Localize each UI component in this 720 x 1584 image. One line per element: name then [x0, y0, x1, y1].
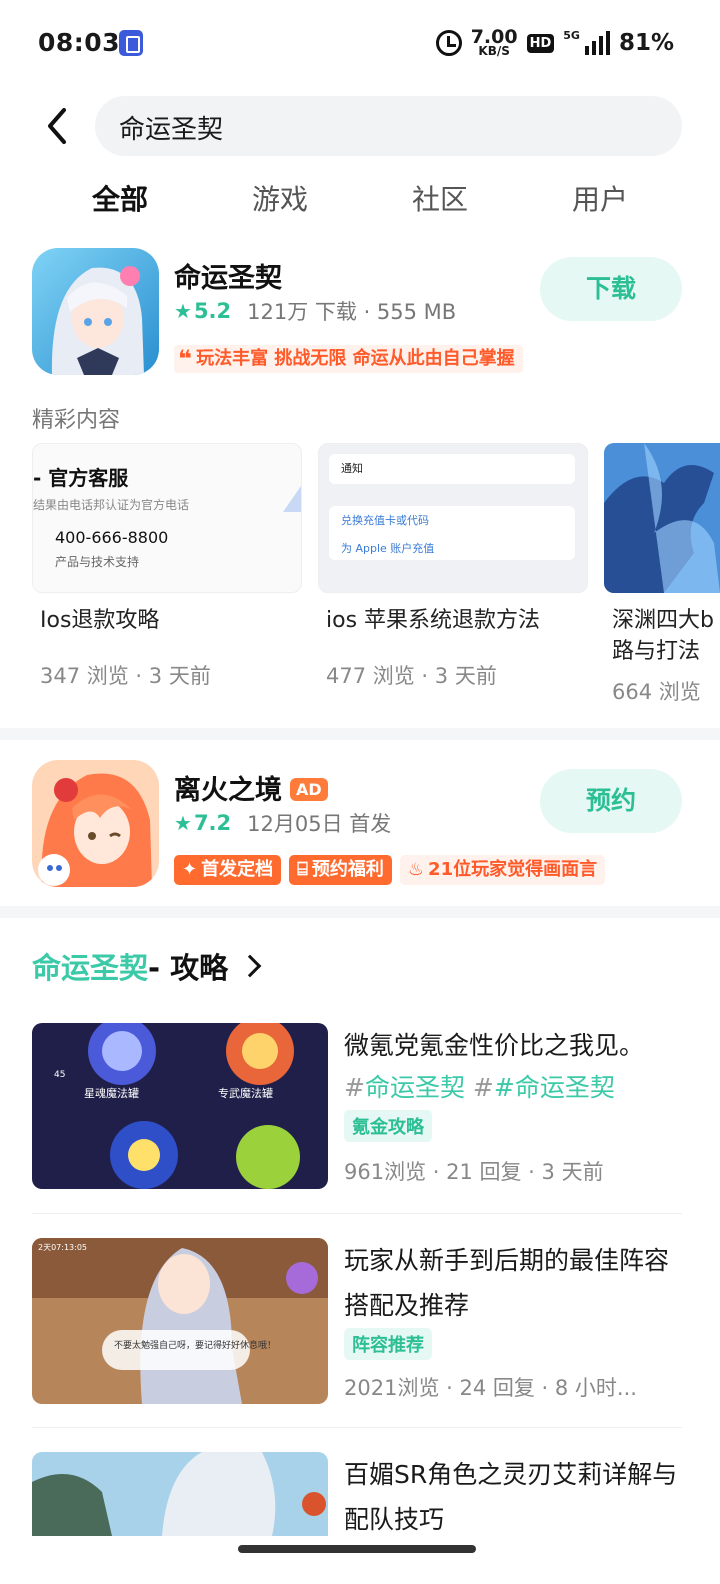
- card-thumbnail: [604, 443, 720, 593]
- home-indicator[interactable]: [238, 1545, 476, 1553]
- app-name[interactable]: 命运圣契: [174, 256, 282, 295]
- result-tabs: 全部 游戏 社区 用户: [40, 178, 680, 228]
- ad-app-tags: ✦ 首发定档 ⌸ 预约福利 ♨ 21位玩家觉得画面言: [174, 855, 674, 885]
- svg-text:不要太勉强自己呀，要记得好好休息哦！: 不要太勉强自己呀，要记得好好休息哦！: [114, 1339, 276, 1351]
- svg-text:2天07:13:05: 2天07:13:05: [38, 1243, 87, 1252]
- quote-icon: ❝: [178, 345, 193, 373]
- featured-label: 精彩内容: [32, 408, 121, 433]
- ad-badge: AD: [290, 778, 328, 801]
- notification-app-icon: [119, 30, 143, 56]
- post-divider: [32, 1213, 682, 1214]
- gift-icon: ⌸: [297, 859, 308, 880]
- network-type: 5G: [563, 28, 580, 42]
- back-arrow-icon[interactable]: [40, 106, 80, 146]
- ad-app-release: 12月05日 首发: [247, 812, 392, 836]
- search-input[interactable]: 命运圣契: [95, 96, 682, 156]
- ad-app-name[interactable]: 离火之境 AD: [174, 768, 328, 807]
- post-divider: [32, 1427, 682, 1428]
- app-icon-lihuo[interactable]: [32, 760, 159, 887]
- guide-post[interactable]: 不要太勉强自己呀，要记得好好休息哦！ 2天07:13:05 玩家从新手到后期的最…: [32, 1238, 682, 1408]
- battery-level: 81%: [618, 30, 674, 56]
- hd-icon: HD: [526, 33, 555, 53]
- post-thumbnail: [32, 1452, 328, 1536]
- reserve-button[interactable]: 预约: [540, 769, 682, 833]
- card-meta: 477 浏览 · 3 天前: [326, 664, 497, 688]
- ad-app-rating: ★ 7.2: [174, 811, 232, 835]
- status-time: 08:03: [38, 28, 121, 57]
- tab-community[interactable]: 社区: [360, 178, 520, 228]
- status-bar: 08:03 7.00 KB/S HD 5G 81%: [0, 0, 720, 88]
- guide-post[interactable]: 百媚SR角色之灵刃艾莉详解与配队技巧: [32, 1452, 682, 1536]
- status-icons: 7.00 KB/S HD 5G 81%: [435, 26, 674, 60]
- post-title: 微氪党氪金性价比之我见。: [344, 1031, 645, 1060]
- card-thumbnail: - 官方客服 结果由电话邦认证为官方电话 400-666-8800 产品与技术支…: [32, 443, 302, 593]
- star-icon: ★: [174, 811, 192, 835]
- card-meta: 347 浏览 · 3 天前: [40, 664, 211, 688]
- post-title: 百媚SR角色之灵刃艾莉详解与配队技巧: [344, 1460, 678, 1534]
- flame-icon: ♨: [407, 859, 425, 880]
- ad-app-meta: ★ 7.2 12月05日 首发: [174, 808, 391, 838]
- star-icon: ★: [174, 299, 192, 323]
- guide-post[interactable]: 星魂魔法罐 专武魔法罐 45 微氪党氪金性价比之我见。 #命运圣契 ##命运圣契…: [32, 1023, 682, 1193]
- post-category: 氪金攻略: [344, 1110, 432, 1142]
- sparkle-icon: ✦: [182, 859, 198, 880]
- tab-all[interactable]: 全部: [40, 178, 200, 228]
- tag-launch: ✦ 首发定档: [174, 855, 282, 885]
- app-rating: ★ 5.2: [174, 299, 232, 323]
- net-speed: 7.00 KB/S: [470, 26, 518, 58]
- svg-text:星魂魔法罐: 星魂魔法罐: [84, 1086, 139, 1100]
- chevron-right-icon: [238, 954, 262, 978]
- featured-card[interactable]: 深渊四大b路与打法 664 浏览: [604, 443, 720, 706]
- tag-reward: ⌸ 预约福利: [289, 855, 392, 885]
- card-title: ios 苹果系统退款方法: [326, 608, 541, 633]
- tag-players: ♨ 21位玩家觉得画面言: [399, 855, 606, 885]
- section-divider: [0, 906, 720, 918]
- tab-games[interactable]: 游戏: [200, 178, 360, 228]
- app-slogan: ❝ 玩法丰富 挑战无限 命运从此由自己掌握: [174, 345, 523, 373]
- app-icon-mingyun[interactable]: [32, 248, 159, 375]
- post-thumbnail: 不要太勉强自己呀，要记得好好休息哦！ 2天07:13:05: [32, 1238, 328, 1404]
- post-hashtags[interactable]: #命运圣契 ##命运圣契: [344, 1068, 615, 1104]
- featured-card[interactable]: - 官方客服 结果由电话邦认证为官方电话 400-666-8800 产品与技术支…: [32, 443, 302, 690]
- post-thumbnail: 星魂魔法罐 专武魔法罐 45: [32, 1023, 328, 1189]
- featured-carousel[interactable]: - 官方客服 结果由电话邦认证为官方电话 400-666-8800 产品与技术支…: [32, 443, 720, 713]
- post-meta: 2021浏览 · 24 回复 · 8 小时...: [344, 1376, 637, 1400]
- search-query: 命运圣契: [119, 115, 224, 145]
- featured-card[interactable]: 通知 兑换充值卡或代码 为 Apple 账户充值 ios 苹果系统退款方法 47…: [318, 443, 588, 690]
- post-title: 玩家从新手到后期的最佳阵容搭配及推荐: [344, 1246, 670, 1320]
- app-meta: ★ 5.2 121万 下载 · 555 MB: [174, 296, 456, 326]
- card-meta: 664 浏览: [612, 680, 701, 704]
- card-thumbnail: 通知 兑换充值卡或代码 为 Apple 账户充值: [318, 443, 588, 593]
- svg-text:专武魔法罐: 专武魔法罐: [218, 1086, 273, 1100]
- tab-users[interactable]: 用户: [520, 178, 680, 228]
- svg-text:45: 45: [54, 1070, 65, 1080]
- app-downloads-size: 121万 下载 · 555 MB: [247, 300, 457, 324]
- section-divider: [0, 728, 720, 740]
- alarm-icon: [435, 30, 462, 56]
- download-button[interactable]: 下载: [540, 257, 682, 321]
- card-title: Ios退款攻略: [40, 608, 160, 633]
- guides-header[interactable]: 命运圣契 - 攻略: [32, 945, 262, 987]
- post-category: 阵容推荐: [344, 1328, 432, 1360]
- signal-icon: [584, 31, 610, 55]
- post-meta: 961浏览 · 21 回复 · 3 天前: [344, 1160, 604, 1184]
- card-title: 深渊四大b路与打法: [612, 608, 714, 664]
